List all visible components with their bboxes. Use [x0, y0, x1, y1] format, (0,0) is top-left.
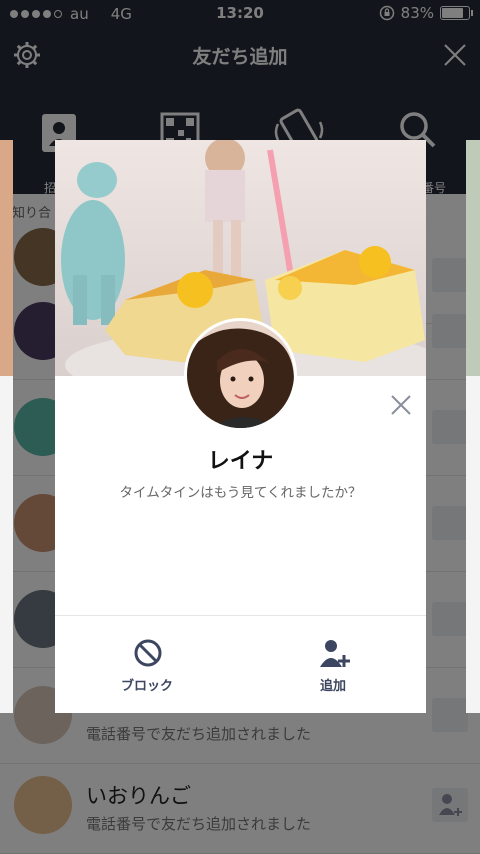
block-icon: [134, 639, 162, 667]
close-icon[interactable]: [390, 394, 412, 416]
add-label: 追加: [319, 679, 346, 694]
add-friend-icon: [320, 640, 350, 667]
block-label: ブロック: [120, 679, 173, 694]
previous-profile-card[interactable]: [0, 140, 13, 713]
divider: [55, 615, 426, 616]
profile-avatar[interactable]: [184, 318, 297, 431]
profile-card: レイナ タイムタインはもう見てくれましたか？ ブロック 追加: [55, 140, 426, 713]
add-friend-button[interactable]: 追加: [273, 635, 393, 695]
profile-status-message: タイムタインはもう見てくれましたか？: [119, 485, 362, 501]
profile-name: レイナ: [207, 449, 274, 474]
next-profile-card[interactable]: [466, 140, 480, 713]
block-button[interactable]: ブロック: [87, 635, 207, 695]
